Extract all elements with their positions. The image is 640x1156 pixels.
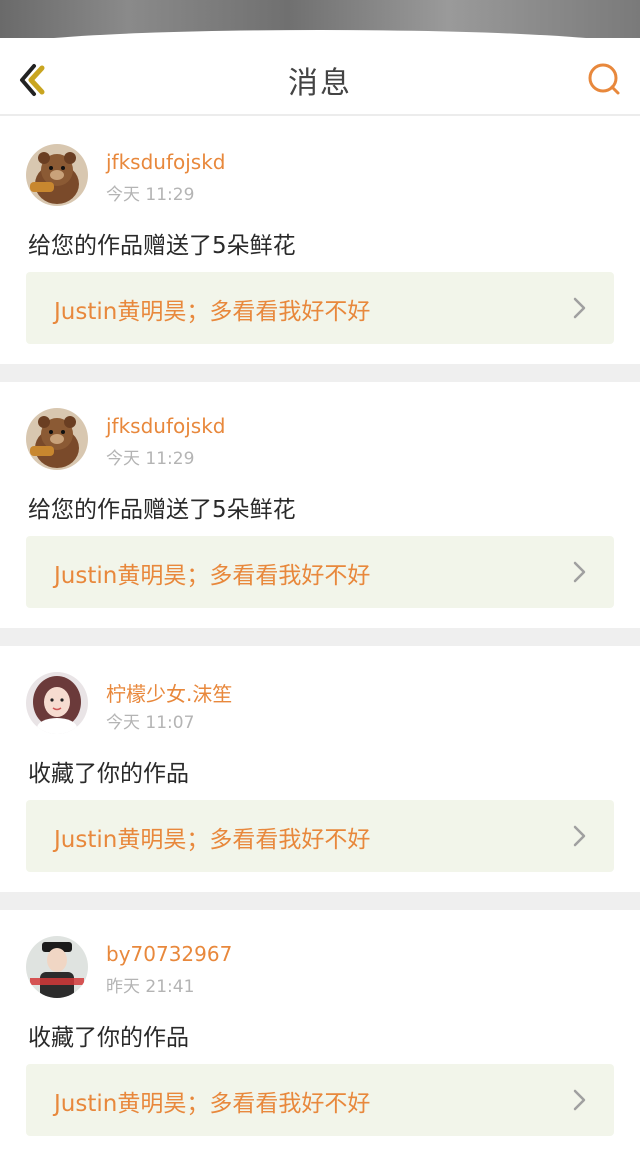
work-title: Justin黄明昊；多看看我好不好 — [54, 563, 371, 589]
page-title: 消息 — [288, 66, 352, 101]
message-list: jfksdufojskd 今天 11:29 给您的作品赠送了5朵鲜花 Justi… — [0, 118, 640, 1156]
work-link[interactable]: Justin黄明昊；多看看我好不好 — [26, 800, 614, 872]
chevron-right-icon — [573, 297, 586, 319]
action-text: 给您的作品赠送了5朵鲜花 — [28, 497, 296, 523]
work-title: Justin黄明昊；多看看我好不好 — [54, 827, 371, 853]
teddy-bear-avatar[interactable] — [26, 144, 88, 206]
username[interactable]: jfksdufojskd — [106, 150, 226, 174]
username[interactable]: 柠檬少女.沫笙 — [106, 678, 232, 707]
search-button[interactable] — [584, 60, 624, 100]
message-item: jfksdufojskd 今天 11:29 给您的作品赠送了5朵鲜花 Justi… — [0, 118, 640, 364]
divider — [0, 628, 640, 646]
username[interactable]: by70732967 — [106, 942, 232, 966]
action-text: 给您的作品赠送了5朵鲜花 — [28, 233, 296, 259]
teddy-bear-avatar[interactable] — [26, 408, 88, 470]
timestamp: 今天 11:07 — [106, 713, 195, 733]
work-link[interactable]: Justin黄明昊；多看看我好不好 — [26, 272, 614, 344]
message-item: jfksdufojskd 今天 11:29 给您的作品赠送了5朵鲜花 Justi… — [0, 382, 640, 628]
work-title: Justin黄明昊；多看看我好不好 — [54, 299, 371, 325]
chevron-right-icon — [573, 825, 586, 847]
work-title: Justin黄明昊；多看看我好不好 — [54, 1091, 371, 1117]
username[interactable]: jfksdufojskd — [106, 414, 226, 438]
work-link[interactable]: Justin黄明昊；多看看我好不好 — [26, 536, 614, 608]
timestamp: 今天 11:29 — [106, 449, 195, 469]
search-icon — [588, 63, 620, 95]
timestamp: 昨天 21:41 — [106, 977, 195, 997]
action-text: 收藏了你的作品 — [28, 1025, 189, 1051]
message-item: by70732967 昨天 21:41 收藏了你的作品 Justin黄明昊；多看… — [0, 910, 640, 1156]
girl-avatar[interactable] — [26, 672, 88, 734]
timestamp: 今天 11:29 — [106, 185, 195, 205]
divider — [0, 892, 640, 910]
chevron-right-icon — [573, 561, 586, 583]
action-text: 收藏了你的作品 — [28, 761, 189, 787]
divider — [0, 364, 640, 382]
boy-avatar[interactable] — [26, 936, 88, 998]
chevron-right-icon — [573, 1089, 586, 1111]
work-link[interactable]: Justin黄明昊；多看看我好不好 — [26, 1064, 614, 1136]
nav-bar: 消息 — [0, 40, 640, 116]
message-item: 柠檬少女.沫笙 今天 11:07 收藏了你的作品 Justin黄明昊；多看看我好… — [0, 646, 640, 892]
